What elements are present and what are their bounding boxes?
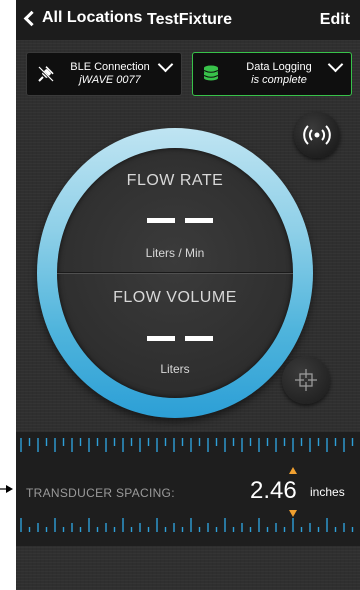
gauge-divider: [57, 272, 293, 273]
database-icon: [203, 65, 219, 81]
plug-disconnected-icon: [37, 66, 55, 83]
ruler-top[interactable]: [16, 438, 360, 456]
flow-volume-unit: Liters: [160, 362, 190, 376]
crosshair-icon: [295, 369, 317, 391]
chevron-down-icon: [327, 56, 344, 73]
nav-bar: All Locations TestFixture Edit: [16, 0, 360, 40]
value-dash: [185, 336, 213, 341]
crosshair-button[interactable]: [282, 356, 330, 404]
wireless-button[interactable]: [294, 112, 340, 158]
flow-rate-unit: Liters / Min: [145, 246, 205, 260]
transducer-spacing-panel: TRANSDUCER SPACING: 2.46 inches: [16, 432, 360, 546]
data-logging-button[interactable]: Data Logging is complete: [192, 52, 352, 96]
logging-status-value: is complete: [251, 74, 307, 86]
ruler-bottom[interactable]: [16, 514, 360, 534]
chevron-left-icon: [23, 10, 40, 26]
arrow-pointer-icon: [0, 485, 13, 493]
back-button[interactable]: All Locations: [22, 9, 142, 27]
value-dash: [147, 336, 175, 341]
ble-status-text: BLE Connection jWAVE 0077: [65, 61, 155, 87]
logging-status-text: Data Logging is complete: [233, 61, 325, 87]
flow-volume-title: FLOW VOLUME: [113, 289, 237, 306]
increase-arrow-icon[interactable]: [289, 467, 297, 474]
logging-status-label: Data Logging: [246, 61, 312, 73]
value-dash: [147, 218, 175, 223]
spacing-value[interactable]: 2.46: [250, 477, 297, 505]
ble-device-name: jWAVE 0077: [79, 74, 141, 86]
wireless-signal-icon: [303, 125, 331, 145]
back-label: All Locations: [42, 9, 143, 26]
ble-connection-button[interactable]: BLE Connection jWAVE 0077: [26, 52, 182, 96]
page-title: TestFixture: [147, 11, 233, 28]
ble-status-label: BLE Connection: [70, 61, 150, 73]
chevron-down-icon: [157, 56, 174, 73]
spacing-label: TRANSDUCER SPACING:: [26, 486, 175, 500]
gauge-face: FLOW RATE Liters / Min FLOW VOLUME Liter…: [57, 148, 293, 398]
flow-rate-title: FLOW RATE: [126, 172, 224, 189]
spacing-unit: inches: [310, 485, 345, 499]
value-dash: [185, 218, 213, 223]
app-screen: All Locations TestFixture Edit BLE Conne…: [16, 0, 360, 590]
edit-button[interactable]: Edit: [320, 11, 350, 29]
